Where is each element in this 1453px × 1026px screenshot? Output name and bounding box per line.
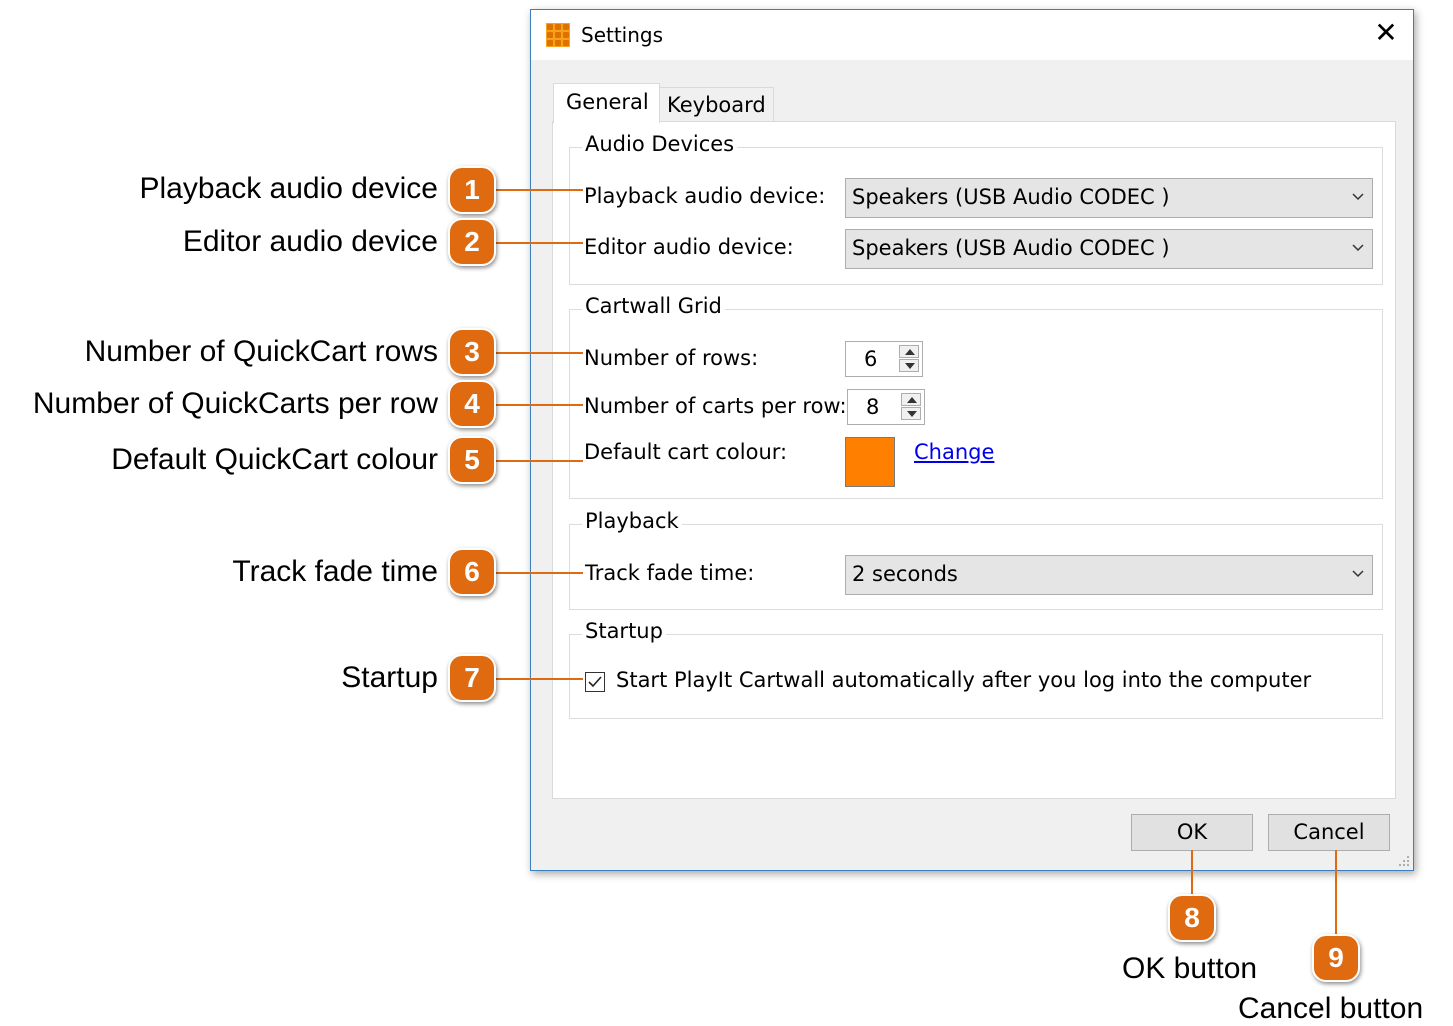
leader-line [494,242,583,244]
checkmark-icon [588,676,602,688]
playback-title: Playback [582,509,682,533]
ok-button[interactable]: OK [1131,814,1253,851]
leader-line [494,572,583,574]
rows-up-icon[interactable] [899,345,919,358]
cartwall-grid-icon [546,23,570,47]
callout-badge-1: 1 [448,166,496,214]
carts-up-icon[interactable] [901,393,921,406]
editor-device-select[interactable]: Speakers (USB Audio CODEC ) [845,229,1373,269]
cart-colour-label: Default cart colour: [584,440,788,464]
callout-text-1: Playback audio device [139,172,438,205]
editor-device-value: Speakers (USB Audio CODEC ) [852,236,1170,260]
tab-general[interactable]: General [553,83,660,123]
audio-devices-group: Audio Devices Playback audio device: Spe… [569,132,1383,285]
callout-text-2: Editor audio device [182,225,438,258]
chevron-down-icon [1352,244,1364,252]
playback-device-select[interactable]: Speakers (USB Audio CODEC ) [845,178,1373,218]
rows-stepper[interactable]: 6 [845,341,923,377]
close-icon[interactable]: ✕ [1371,18,1401,48]
carts-per-row-label: Number of carts per row: [584,394,847,418]
resize-grip-icon[interactable] [1398,855,1410,867]
rows-value: 6 [864,347,878,371]
callout-badge-8: 8 [1168,894,1216,942]
settings-dialog: Settings ✕ General Keyboard Audio Device… [530,9,1414,871]
rows-down-icon[interactable] [899,359,919,372]
cartwall-grid-title: Cartwall Grid [582,294,725,318]
leader-line [494,678,583,680]
callout-text-8: OK button [1122,952,1258,985]
audio-devices-title: Audio Devices [582,132,738,156]
fade-time-select[interactable]: 2 seconds [845,555,1373,595]
editor-device-label: Editor audio device: [584,235,794,259]
callout-text-5: Default QuickCart colour [111,443,438,476]
carts-per-row-value: 8 [866,395,880,419]
tab-keyboard[interactable]: Keyboard [660,87,774,122]
general-tab-panel: Audio Devices Playback audio device: Spe… [552,121,1396,799]
chevron-down-icon [1352,570,1364,578]
callout-badge-5: 5 [448,436,496,484]
leader-line [494,460,583,462]
cartwall-grid-group: Cartwall Grid Number of rows: 6 Number o… [569,294,1383,499]
callout-text-9: Cancel button [1238,992,1424,1025]
callout-text-6: Track fade time [232,555,438,588]
leader-line [494,404,583,406]
rows-label: Number of rows: [584,346,759,370]
leader-line [1191,850,1193,896]
playback-group: Playback Track fade time: 2 seconds [569,509,1383,610]
startup-group: Startup Start PlayIt Cartwall automatica… [569,619,1383,719]
startup-checkbox[interactable] [585,672,605,692]
title-bar[interactable]: Settings ✕ [531,10,1413,60]
fade-time-value: 2 seconds [852,562,958,586]
fade-time-label: Track fade time: [585,561,755,585]
callout-badge-2: 2 [448,218,496,266]
callout-badge-6: 6 [448,548,496,596]
callout-text-3: Number of QuickCart rows [84,335,438,368]
cart-colour-swatch [845,437,895,487]
callout-text-7: Startup [341,661,438,694]
callout-badge-4: 4 [448,380,496,428]
leader-line [1335,850,1337,936]
callout-badge-3: 3 [448,328,496,376]
chevron-down-icon [1352,193,1364,201]
window-title: Settings [581,23,664,47]
callout-badge-9: 9 [1312,934,1360,982]
carts-per-row-stepper[interactable]: 8 [847,389,925,425]
callout-badge-7: 7 [448,654,496,702]
cancel-button[interactable]: Cancel [1268,814,1390,851]
startup-checkbox-label[interactable]: Start PlayIt Cartwall automatically afte… [616,668,1311,692]
leader-line [494,189,583,191]
playback-device-label: Playback audio device: [584,184,826,208]
callout-text-4: Number of QuickCarts per row [32,387,438,420]
change-colour-link[interactable]: Change [914,440,994,464]
carts-down-icon[interactable] [901,407,921,420]
startup-title: Startup [582,619,666,643]
playback-device-value: Speakers (USB Audio CODEC ) [852,185,1170,209]
leader-line [494,352,583,354]
